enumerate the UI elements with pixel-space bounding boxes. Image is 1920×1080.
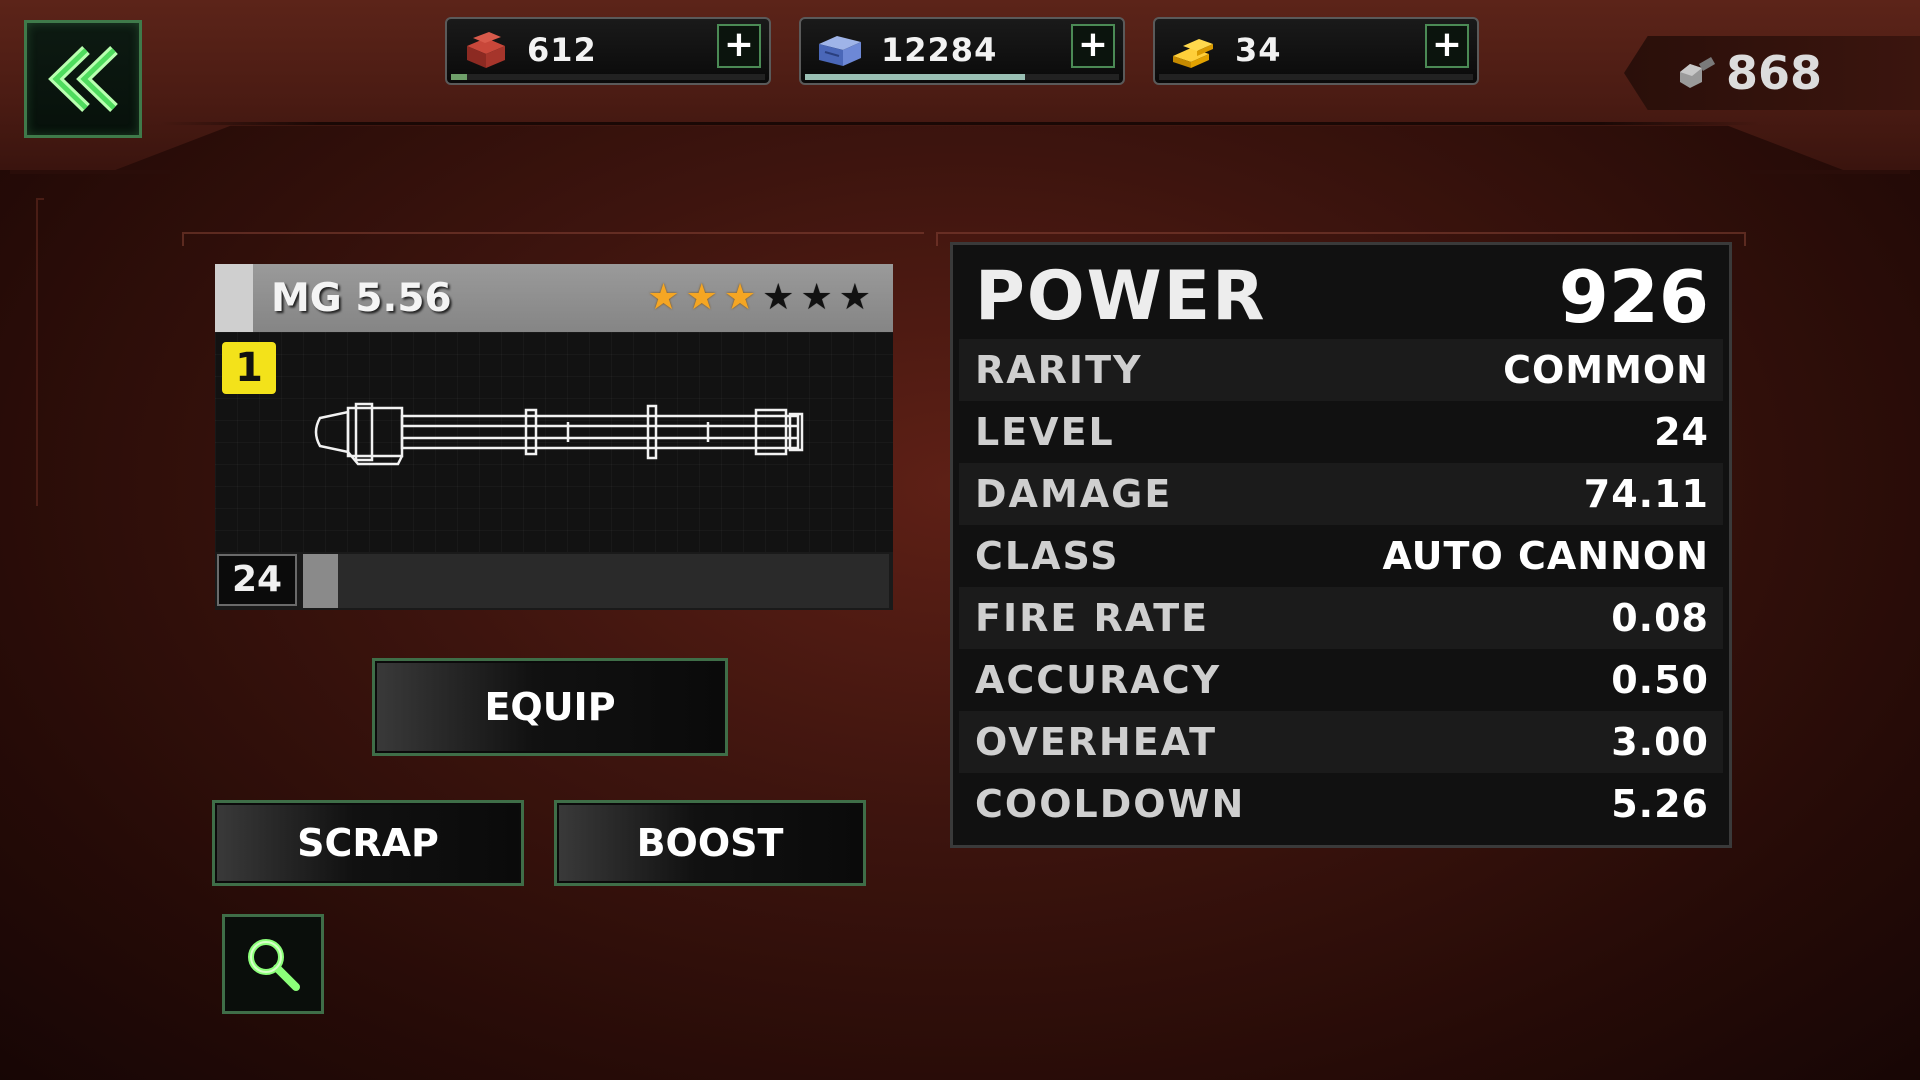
stat-label: LEVEL [975, 410, 1115, 454]
stat-row-overheat: OVERHEAT 3.00 [959, 711, 1723, 773]
power-value: 926 [1558, 255, 1709, 339]
star-filled-icon: ★ [685, 277, 718, 318]
stat-row-rarity: RARITY COMMON [959, 339, 1723, 401]
stat-value: 3.00 [1611, 720, 1709, 764]
add-gold-button[interactable]: + [1425, 24, 1469, 68]
stat-row-accuracy: ACCURACY 0.50 [959, 649, 1723, 711]
currency-crates-value: 12284 [881, 31, 998, 69]
weapon-level: 24 [217, 554, 297, 606]
tier-badge: 1 [222, 342, 276, 394]
currency-crates-bar [805, 74, 1119, 80]
bolt-counter: 868 [1624, 36, 1920, 110]
add-iron-button[interactable]: + [717, 24, 761, 68]
power-row: POWER 926 [959, 251, 1723, 337]
stat-value: COMMON [1503, 348, 1709, 392]
currency-crates-bar-fill [805, 74, 1025, 80]
stat-value: 0.08 [1611, 596, 1709, 640]
stat-row-cooldown: COOLDOWN 5.26 [959, 773, 1723, 835]
star-empty-icon: ★ [762, 277, 795, 318]
header-tab [215, 264, 253, 332]
stat-label: OVERHEAT [975, 720, 1218, 764]
weapon-level-bar: 24 [215, 552, 893, 610]
stat-row-fire-rate: FIRE RATE 0.08 [959, 587, 1723, 649]
stat-row-damage: DAMAGE 74.11 [959, 463, 1723, 525]
stat-label: DAMAGE [975, 472, 1173, 516]
add-crates-button[interactable]: + [1071, 24, 1115, 68]
stat-value: 5.26 [1611, 782, 1709, 826]
currency-gold: 34 + [1153, 17, 1479, 85]
currency-crates: 12284 + [799, 17, 1125, 85]
stat-value: 74.11 [1583, 472, 1709, 516]
boost-button[interactable]: BOOST [554, 800, 866, 886]
blue-crate-icon [819, 36, 861, 66]
scrap-button[interactable]: SCRAP [212, 800, 524, 886]
card-bracket [182, 232, 924, 246]
stat-label: COOLDOWN [975, 782, 1246, 826]
weapon-card-header: MG 5.56 ★ ★ ★ ★ ★ ★ [215, 264, 893, 332]
star-filled-icon: ★ [723, 277, 757, 318]
currency-iron-bar-fill [451, 74, 467, 80]
stat-label: RARITY [975, 348, 1143, 392]
weapon-name: MG 5.56 [271, 276, 452, 321]
back-button[interactable] [24, 20, 142, 138]
stat-label: ACCURACY [975, 658, 1222, 702]
magnifier-icon [248, 939, 300, 991]
weapon-blueprint-image [314, 402, 804, 466]
star-rating: ★ ★ ★ ★ ★ ★ [647, 276, 871, 320]
frame-divider-right [1750, 170, 1910, 174]
equip-button[interactable]: EQUIP [372, 658, 728, 756]
stats-panel: POWER 926 RARITY COMMON LEVEL 24 DAMAGE 74.11… [950, 242, 1732, 848]
stat-value: 0.50 [1611, 658, 1709, 702]
frame-divider-left [10, 170, 170, 174]
stat-label: FIRE RATE [975, 596, 1210, 640]
stat-row-class: CLASS AUTO CANNON [959, 525, 1723, 587]
star-empty-icon: ★ [800, 277, 833, 318]
currency-gold-value: 34 [1235, 31, 1282, 69]
stat-value: 24 [1654, 410, 1709, 454]
stat-value: AUTO CANNON [1382, 534, 1709, 578]
double-chevron-left-icon [48, 46, 118, 112]
star-empty-icon: ★ [838, 277, 871, 318]
xp-fill [303, 554, 339, 608]
xp-track [303, 554, 889, 608]
frame-divider [160, 122, 1760, 125]
bolt-count: 868 [1726, 46, 1823, 100]
inspect-button[interactable] [222, 914, 324, 1014]
currency-iron: 612 + [445, 17, 771, 85]
currency-iron-value: 612 [527, 31, 597, 69]
star-filled-icon: ★ [647, 277, 680, 318]
stat-row-level: LEVEL 24 [959, 401, 1723, 463]
bolt-icon [1680, 57, 1716, 88]
iron-ingot-icon [467, 32, 505, 68]
currency-iron-bar [451, 74, 765, 80]
gold-bars-icon [1173, 39, 1213, 68]
power-label: POWER [975, 257, 1267, 336]
stat-label: CLASS [975, 534, 1120, 578]
side-bracket [36, 198, 44, 506]
currency-gold-bar [1159, 74, 1473, 80]
